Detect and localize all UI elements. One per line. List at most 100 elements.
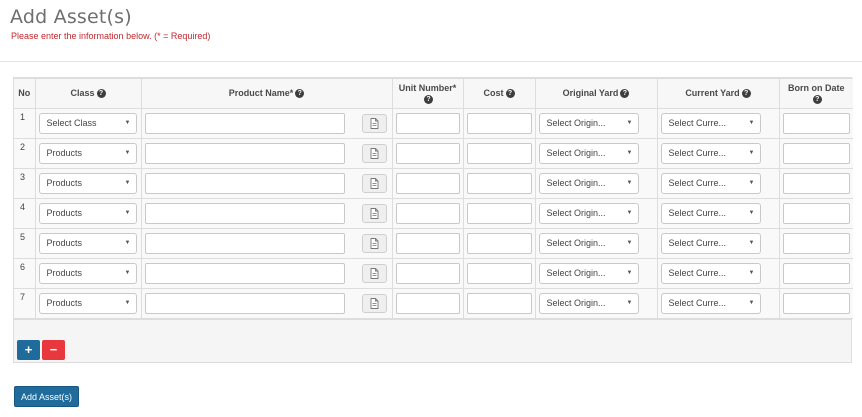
- cost-input[interactable]: [466, 173, 532, 194]
- class-select[interactable]: Products ▼: [38, 293, 137, 314]
- born-on-date-input[interactable]: [782, 293, 850, 314]
- class-select-value: Select Class: [46, 118, 97, 128]
- unit-number-input[interactable]: [395, 173, 460, 194]
- help-icon[interactable]: ?: [96, 89, 106, 99]
- current-yard-cell: Select Curre... ▼: [656, 198, 780, 229]
- born-on-date-input[interactable]: [782, 143, 850, 164]
- help-icon[interactable]: ?: [812, 94, 822, 104]
- product-name-cell: [140, 198, 393, 229]
- class-select-value: Products: [46, 148, 83, 158]
- unit-number-cell: [391, 168, 464, 199]
- current-yard-select[interactable]: Select Curre... ▼: [660, 293, 761, 314]
- product-name-input[interactable]: [144, 113, 345, 134]
- original-yard-select[interactable]: Select Origin... ▼: [538, 173, 639, 194]
- col-header-class: Class?: [34, 78, 142, 109]
- unit-number-input[interactable]: [395, 293, 460, 314]
- row-number: 4: [14, 198, 36, 229]
- class-select[interactable]: Products ▼: [38, 203, 137, 224]
- born-on-date-cell: [778, 288, 853, 319]
- product-name-cell: [140, 138, 393, 169]
- product-lookup-button[interactable]: [361, 114, 387, 133]
- original-yard-select[interactable]: Select Origin... ▼: [538, 233, 639, 254]
- unit-number-input[interactable]: [395, 203, 460, 224]
- product-lookup-button[interactable]: [361, 234, 387, 253]
- born-on-date-input[interactable]: [782, 113, 850, 134]
- class-select[interactable]: Products ▼: [38, 143, 137, 164]
- born-on-date-input[interactable]: [782, 233, 850, 254]
- current-yard-select-value: Select Curre...: [668, 208, 727, 218]
- original-yard-select-value: Select Origin...: [546, 118, 606, 128]
- table-row: 5 Products ▼ Select Origin... ▼ Select C…: [14, 228, 853, 259]
- original-yard-select[interactable]: Select Origin... ▼: [538, 113, 639, 134]
- col-header-cost-label: Cost: [483, 88, 504, 98]
- cost-input[interactable]: [466, 233, 532, 254]
- born-on-date-input[interactable]: [782, 203, 850, 224]
- row-actions-bar: + −: [14, 319, 851, 379]
- original-yard-cell: Select Origin... ▼: [534, 108, 658, 139]
- row-number: 2: [14, 138, 36, 169]
- chevron-down-icon: ▼: [124, 210, 131, 216]
- chevron-down-icon: ▼: [626, 120, 633, 126]
- help-icon[interactable]: ?: [295, 89, 305, 99]
- unit-number-cell: [391, 198, 464, 229]
- cost-input[interactable]: [466, 143, 532, 164]
- page-subtitle: Please enter the information below. (* =…: [11, 31, 211, 41]
- unit-number-input[interactable]: [395, 113, 460, 134]
- table-row: 6 Products ▼ Select Origin... ▼ Select C…: [14, 258, 853, 289]
- born-on-date-input[interactable]: [782, 263, 850, 284]
- help-icon[interactable]: ?: [424, 94, 433, 104]
- original-yard-cell: Select Origin... ▼: [534, 138, 658, 169]
- class-select[interactable]: Select Class ▼: [38, 113, 137, 134]
- class-cell: Products ▼: [34, 288, 142, 319]
- original-yard-select[interactable]: Select Origin... ▼: [538, 263, 639, 284]
- product-lookup-button[interactable]: [361, 204, 387, 223]
- current-yard-select[interactable]: Select Curre... ▼: [660, 173, 761, 194]
- product-name-input[interactable]: [144, 233, 345, 254]
- class-select[interactable]: Products ▼: [38, 233, 137, 254]
- chevron-down-icon: ▼: [748, 210, 755, 216]
- chevron-down-icon: ▼: [748, 150, 755, 156]
- born-on-date-input[interactable]: [782, 173, 850, 194]
- cost-input[interactable]: [466, 263, 532, 284]
- add-assets-button[interactable]: Add Asset(s): [14, 386, 79, 407]
- help-icon[interactable]: ?: [741, 89, 751, 99]
- product-lookup-button[interactable]: [361, 144, 387, 163]
- help-icon[interactable]: ?: [620, 89, 630, 99]
- current-yard-select[interactable]: Select Curre... ▼: [660, 233, 761, 254]
- class-cell: Products ▼: [34, 138, 142, 169]
- class-select[interactable]: Products ▼: [38, 173, 137, 194]
- product-lookup-button[interactable]: [361, 174, 387, 193]
- class-select[interactable]: Products ▼: [38, 263, 137, 284]
- col-header-no-label: No: [18, 88, 31, 98]
- cost-input[interactable]: [466, 293, 532, 314]
- product-lookup-button[interactable]: [361, 294, 387, 313]
- cost-input[interactable]: [466, 203, 532, 224]
- col-header-no: No: [14, 78, 36, 109]
- unit-number-input[interactable]: [395, 263, 460, 284]
- unit-number-input[interactable]: [395, 233, 460, 254]
- original-yard-select[interactable]: Select Origin... ▼: [538, 203, 639, 224]
- chevron-down-icon: ▼: [748, 120, 755, 126]
- product-name-cell: [140, 228, 393, 259]
- product-name-input[interactable]: [144, 263, 345, 284]
- current-yard-select[interactable]: Select Curre... ▼: [660, 113, 761, 134]
- table-row: 3 Products ▼ Select Origin... ▼ Select C…: [14, 168, 853, 199]
- class-cell: Products ▼: [34, 258, 142, 289]
- original-yard-cell: Select Origin... ▼: [534, 288, 658, 319]
- current-yard-select[interactable]: Select Curre... ▼: [660, 203, 761, 224]
- product-lookup-button[interactable]: [361, 264, 387, 283]
- product-name-input[interactable]: [144, 173, 345, 194]
- original-yard-select[interactable]: Select Origin... ▼: [538, 293, 639, 314]
- product-name-input[interactable]: [144, 293, 345, 314]
- unit-number-input[interactable]: [395, 143, 460, 164]
- original-yard-select[interactable]: Select Origin... ▼: [538, 143, 639, 164]
- current-yard-select[interactable]: Select Curre... ▼: [660, 263, 761, 284]
- product-name-input[interactable]: [144, 203, 345, 224]
- current-yard-select-value: Select Curre...: [668, 178, 727, 188]
- help-icon[interactable]: ?: [505, 89, 515, 99]
- cost-input[interactable]: [466, 113, 532, 134]
- current-yard-select[interactable]: Select Curre... ▼: [660, 143, 761, 164]
- add-row-button[interactable]: +: [17, 340, 40, 360]
- remove-row-button[interactable]: −: [42, 340, 65, 360]
- product-name-input[interactable]: [144, 143, 345, 164]
